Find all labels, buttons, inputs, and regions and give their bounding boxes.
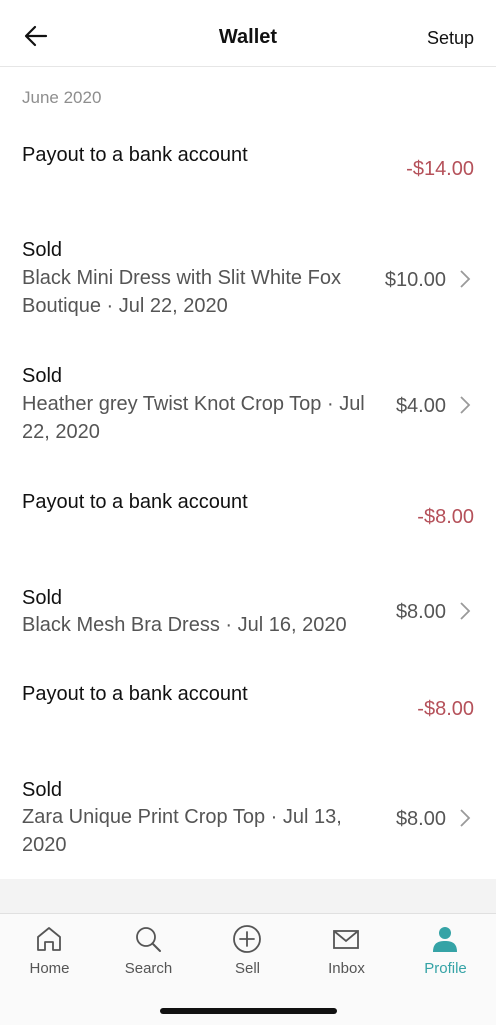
transaction-title: Payout to a bank account (22, 683, 248, 705)
tab-sell[interactable]: Sell (198, 914, 297, 986)
chevron-right-icon (460, 602, 471, 620)
header: Wallet Setup (0, 0, 496, 67)
transaction-title: Sold (22, 239, 63, 261)
transaction-title: Payout to a bank account (22, 491, 248, 513)
transaction-title: Sold (22, 365, 63, 387)
tab-label: Inbox (328, 960, 365, 977)
home-icon (37, 927, 61, 951)
mail-icon (333, 930, 359, 949)
transaction-description: Heather grey Twist Knot Crop Top · Jul 2… (22, 393, 365, 443)
transaction-row[interactable]: Sold Black Mini Dress with Slit White Fo… (0, 213, 496, 340)
transaction-amount: $8.00 (395, 808, 446, 830)
transaction-row[interactable]: Sold Zara Unique Print Crop Top · Jul 13… (0, 753, 496, 880)
transaction-row: Payout to a bank account -$14.00 (0, 118, 496, 214)
transaction-amount: -$8.00 (417, 506, 474, 528)
arrow-left-icon (24, 25, 48, 47)
transaction-amount: $8.00 (395, 601, 446, 623)
transaction-row[interactable]: Sold Black Mesh Bra Dress · Jul 16, 2020… (0, 561, 496, 658)
list-footer-spacer (0, 879, 496, 913)
search-icon (136, 927, 161, 952)
plus-circle-icon (233, 925, 261, 953)
page-title: Wallet (218, 26, 278, 48)
tab-inbox[interactable]: Inbox (297, 914, 396, 986)
back-button[interactable] (22, 22, 50, 50)
tab-label: Search (124, 960, 173, 977)
transaction-amount: $10.00 (384, 269, 446, 291)
transaction-title: Sold (22, 587, 63, 609)
transaction-amount: $4.00 (395, 395, 446, 417)
section-month-label: June 2020 (22, 88, 102, 107)
tab-label: Sell (234, 960, 260, 977)
person-icon (433, 927, 457, 952)
chevron-right-icon (460, 396, 471, 414)
tab-search[interactable]: Search (99, 914, 198, 986)
transaction-row: Payout to a bank account -$8.00 (0, 657, 496, 754)
transaction-description: Black Mini Dress with Slit White Fox Bou… (22, 267, 341, 317)
home-indicator (160, 1008, 337, 1014)
transaction-description: Zara Unique Print Crop Top · Jul 13, 202… (22, 806, 342, 856)
tab-label: Profile (424, 960, 467, 977)
chevron-right-icon (460, 809, 471, 827)
transaction-row: Payout to a bank account -$8.00 (0, 465, 496, 562)
transaction-row[interactable]: Sold Heather grey Twist Knot Crop Top · … (0, 339, 496, 466)
setup-button[interactable]: Setup (427, 28, 474, 49)
transaction-title: Sold (22, 779, 63, 801)
transaction-title: Payout to a bank account (22, 144, 248, 166)
transaction-amount: -$8.00 (417, 698, 474, 720)
transaction-amount: -$14.00 (406, 158, 474, 180)
bottom-tab-bar: Home Search Sell Inbox Profile (0, 913, 496, 1025)
tab-home[interactable]: Home (0, 914, 99, 986)
tab-label: Home (29, 960, 70, 977)
chevron-right-icon (460, 270, 471, 288)
tab-profile[interactable]: Profile (396, 914, 495, 986)
transaction-description: Black Mesh Bra Dress · Jul 16, 2020 (22, 614, 347, 636)
